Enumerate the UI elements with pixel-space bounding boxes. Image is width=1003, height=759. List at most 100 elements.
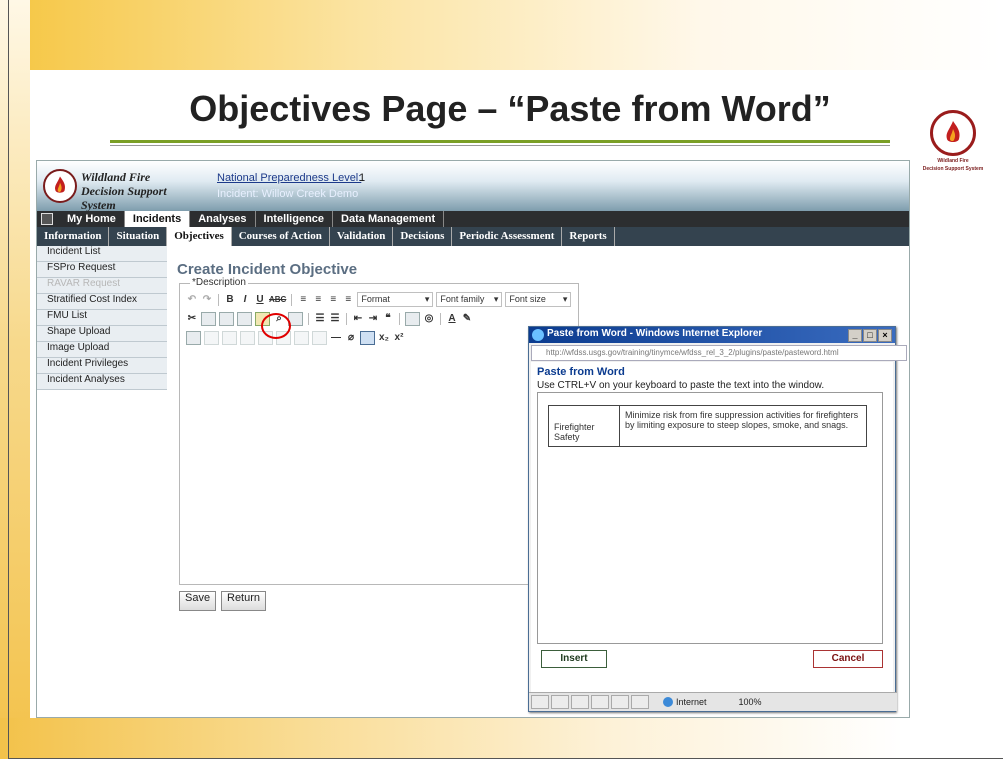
format-select[interactable]: Format ▾ <box>357 292 434 307</box>
status-cell <box>551 695 569 709</box>
sidebar-item-incident-privileges[interactable]: Incident Privileges <box>37 358 167 374</box>
main-nav: My Home Incidents Analyses Intelligence … <box>37 211 909 227</box>
undo-icon[interactable]: ↶ <box>186 293 198 307</box>
table-row: Firefighter Safety Minimize risk from fi… <box>548 405 867 447</box>
font-family-select[interactable]: Font family ▾ <box>436 292 503 307</box>
sidebar-item-shape-upload[interactable]: Shape Upload <box>37 326 167 342</box>
bold-icon[interactable]: B <box>224 293 236 307</box>
preparedness-level-value: 1 <box>359 172 366 184</box>
blockquote-icon[interactable]: ❝ <box>382 312 394 326</box>
numbered-list-icon[interactable]: ☰ <box>329 312 341 326</box>
table-insert-icon[interactable] <box>294 330 309 345</box>
sidebar-item-incident-list[interactable]: Incident List <box>37 246 167 262</box>
tab-incidents[interactable]: Incidents <box>124 211 191 227</box>
subtab-decisions[interactable]: Decisions <box>393 227 453 246</box>
status-cell <box>591 695 609 709</box>
minimize-icon[interactable]: _ <box>848 329 862 342</box>
paste-from-word-window: Paste from Word - Windows Internet Explo… <box>528 326 907 712</box>
return-button[interactable]: Return <box>221 591 267 611</box>
tab-data-management[interactable]: Data Management <box>333 211 445 227</box>
table-delete-icon[interactable] <box>312 330 327 345</box>
horizontal-rule-icon[interactable]: — <box>330 331 342 345</box>
subtab-information[interactable]: Information <box>37 227 110 246</box>
zoom-level[interactable]: 100% <box>739 697 762 707</box>
superscript-icon[interactable]: x² <box>393 331 405 345</box>
slide-frame-line <box>8 0 9 759</box>
tab-intelligence[interactable]: Intelligence <box>256 211 334 227</box>
highlight-color-icon[interactable]: ✎ <box>461 312 473 326</box>
title-underline-thin <box>110 145 890 146</box>
collapse-icon[interactable] <box>41 213 53 225</box>
help-icon[interactable]: ◎ <box>423 312 435 326</box>
sub-nav: Information Situation Objectives Courses… <box>37 227 909 246</box>
subscript-icon[interactable]: x₂ <box>378 331 390 345</box>
popup-titlebar: Paste from Word - Windows Internet Explo… <box>529 327 895 343</box>
popup-body: Paste from Word Use CTRL+V on your keybo… <box>531 362 893 692</box>
cancel-button[interactable]: Cancel <box>813 650 883 668</box>
highlight-circle <box>261 313 291 339</box>
subtab-reports[interactable]: Reports <box>562 227 615 246</box>
toolbar-row-1: ↶ ↷ B I U ABC ≡ ≡ ≡ ≡ Format ▾ Font fami… <box>182 290 572 309</box>
table-props-icon[interactable] <box>240 330 255 345</box>
logo-caption-2: Decision Support System <box>922 166 984 172</box>
toolbar-divider <box>346 312 347 325</box>
toolbar-divider <box>399 312 400 325</box>
slide: Objectives Page – “Paste from Word” Wild… <box>0 0 1003 759</box>
underline-icon[interactable]: U <box>254 293 266 307</box>
align-right-icon[interactable]: ≡ <box>327 293 339 307</box>
bullet-list-icon[interactable]: ☰ <box>314 312 326 326</box>
align-left-icon[interactable]: ≡ <box>297 293 309 307</box>
redo-icon[interactable]: ↷ <box>201 293 213 307</box>
tab-my-home[interactable]: My Home <box>59 211 125 227</box>
title-underline <box>110 140 890 143</box>
paste-word-instructions: Use CTRL+V on your keyboard to paste the… <box>537 380 825 391</box>
chevron-down-icon: ▾ <box>424 294 430 304</box>
outdent-icon[interactable]: ⇤ <box>352 312 364 326</box>
status-cell <box>531 695 549 709</box>
sidebar-item-image-upload[interactable]: Image Upload <box>37 342 167 358</box>
cut-icon[interactable]: ✂ <box>186 312 198 326</box>
subtab-validation[interactable]: Validation <box>330 227 394 246</box>
tab-analyses[interactable]: Analyses <box>190 211 256 227</box>
sidebar-item-fspro-request[interactable]: FSPro Request <box>37 262 167 278</box>
table-col-icon[interactable] <box>222 330 237 345</box>
subtab-periodic-assessment[interactable]: Periodic Assessment <box>452 227 563 246</box>
indent-icon[interactable]: ⇥ <box>367 312 379 326</box>
flame-icon <box>946 121 960 142</box>
description-editor[interactable] <box>182 354 576 580</box>
sidebar-item-incident-analyses[interactable]: Incident Analyses <box>37 374 167 390</box>
font-family-select-value: Font family <box>440 294 485 304</box>
sidebar-item-stratified-cost-index[interactable]: Stratified Cost Index <box>37 294 167 310</box>
font-size-select[interactable]: Font size ▾ <box>505 292 572 307</box>
sidebar-item-fmu-list[interactable]: FMU List <box>37 310 167 326</box>
save-button[interactable]: Save <box>179 591 217 611</box>
align-justify-icon[interactable]: ≡ <box>342 293 354 307</box>
visual-aid-icon[interactable] <box>360 330 375 345</box>
address-bar[interactable]: http://wfdss.usgs.gov/training/tinymce/w… <box>531 345 907 361</box>
ie-icon <box>532 329 544 341</box>
subtab-situation[interactable]: Situation <box>109 227 168 246</box>
align-center-icon[interactable]: ≡ <box>312 293 324 307</box>
close-icon[interactable]: × <box>878 329 892 342</box>
editor-toolbar: ↶ ↷ B I U ABC ≡ ≡ ≡ ≡ Format ▾ Font fami… <box>182 290 572 350</box>
italic-icon[interactable]: I <box>239 293 251 307</box>
table-row-icon[interactable] <box>204 330 219 345</box>
strikethrough-icon[interactable]: ABC <box>269 293 286 307</box>
paste-icon[interactable] <box>219 311 234 326</box>
table-icon[interactable] <box>405 311 420 326</box>
chevron-down-icon: ▾ <box>493 294 499 304</box>
subtab-objectives[interactable]: Objectives <box>167 227 232 246</box>
remove-format-icon[interactable]: ⌀ <box>345 331 357 345</box>
subtab-courses-of-action[interactable]: Courses of Action <box>232 227 330 246</box>
edit-icon[interactable] <box>186 330 201 345</box>
preparedness-level-link[interactable]: National Preparedness Level: <box>217 172 361 184</box>
slide-top-gradient <box>0 0 1003 70</box>
description-fieldset: *Description ↶ ↷ B I U ABC ≡ ≡ ≡ ≡ Forma… <box>179 277 579 585</box>
maximize-icon[interactable]: □ <box>863 329 877 342</box>
copy-icon[interactable] <box>201 311 216 326</box>
paste-text-icon[interactable] <box>237 311 252 326</box>
paste-area[interactable]: Firefighter Safety Minimize risk from fi… <box>537 392 883 644</box>
app-name-line2: Decision Support System <box>81 184 167 212</box>
text-color-icon[interactable]: A <box>446 312 458 326</box>
insert-button[interactable]: Insert <box>541 650 607 668</box>
